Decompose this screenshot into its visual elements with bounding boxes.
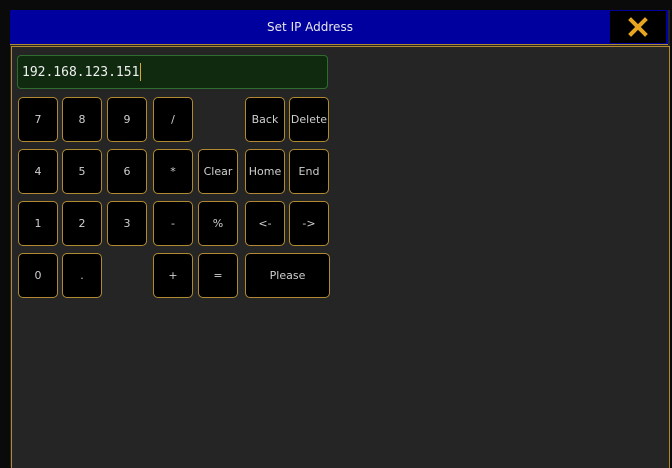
key-minus[interactable]: - bbox=[153, 201, 193, 246]
dialog-body: 192.168.123.151 7 8 9 / Back Delete 4 5 … bbox=[11, 46, 670, 468]
key-8[interactable]: 8 bbox=[62, 97, 102, 142]
key-6[interactable]: 6 bbox=[107, 149, 147, 194]
key-back[interactable]: Back bbox=[245, 97, 285, 142]
ip-address-value: 192.168.123.151 bbox=[22, 65, 140, 80]
ip-address-input[interactable]: 192.168.123.151 bbox=[17, 55, 328, 89]
key-end[interactable]: End bbox=[289, 149, 329, 194]
key-cursor-left[interactable]: <- bbox=[245, 201, 285, 246]
key-please[interactable]: Please bbox=[245, 253, 330, 298]
close-button[interactable] bbox=[610, 11, 666, 43]
key-cursor-right[interactable]: -> bbox=[289, 201, 329, 246]
key-clear[interactable]: Clear bbox=[198, 149, 238, 194]
key-7[interactable]: 7 bbox=[18, 97, 58, 142]
key-1[interactable]: 1 bbox=[18, 201, 58, 246]
dialog-title: Set IP Address bbox=[267, 20, 353, 34]
key-equals[interactable]: = bbox=[198, 253, 238, 298]
key-slash[interactable]: / bbox=[153, 97, 193, 142]
key-dot[interactable]: . bbox=[62, 253, 102, 298]
close-x-icon bbox=[628, 17, 648, 37]
key-0[interactable]: 0 bbox=[18, 253, 58, 298]
key-home[interactable]: Home bbox=[245, 149, 285, 194]
set-ip-dialog: Set IP Address 192.168.123.151 7 8 9 / B… bbox=[10, 10, 670, 468]
key-2[interactable]: 2 bbox=[62, 201, 102, 246]
key-delete[interactable]: Delete bbox=[289, 97, 329, 142]
key-3[interactable]: 3 bbox=[107, 201, 147, 246]
key-9[interactable]: 9 bbox=[107, 97, 147, 142]
key-4[interactable]: 4 bbox=[18, 149, 58, 194]
key-plus[interactable]: + bbox=[153, 253, 193, 298]
key-percent[interactable]: % bbox=[198, 201, 238, 246]
text-caret bbox=[140, 62, 142, 81]
key-asterisk[interactable]: * bbox=[153, 149, 193, 194]
title-bar: Set IP Address bbox=[10, 10, 668, 45]
key-5[interactable]: 5 bbox=[62, 149, 102, 194]
